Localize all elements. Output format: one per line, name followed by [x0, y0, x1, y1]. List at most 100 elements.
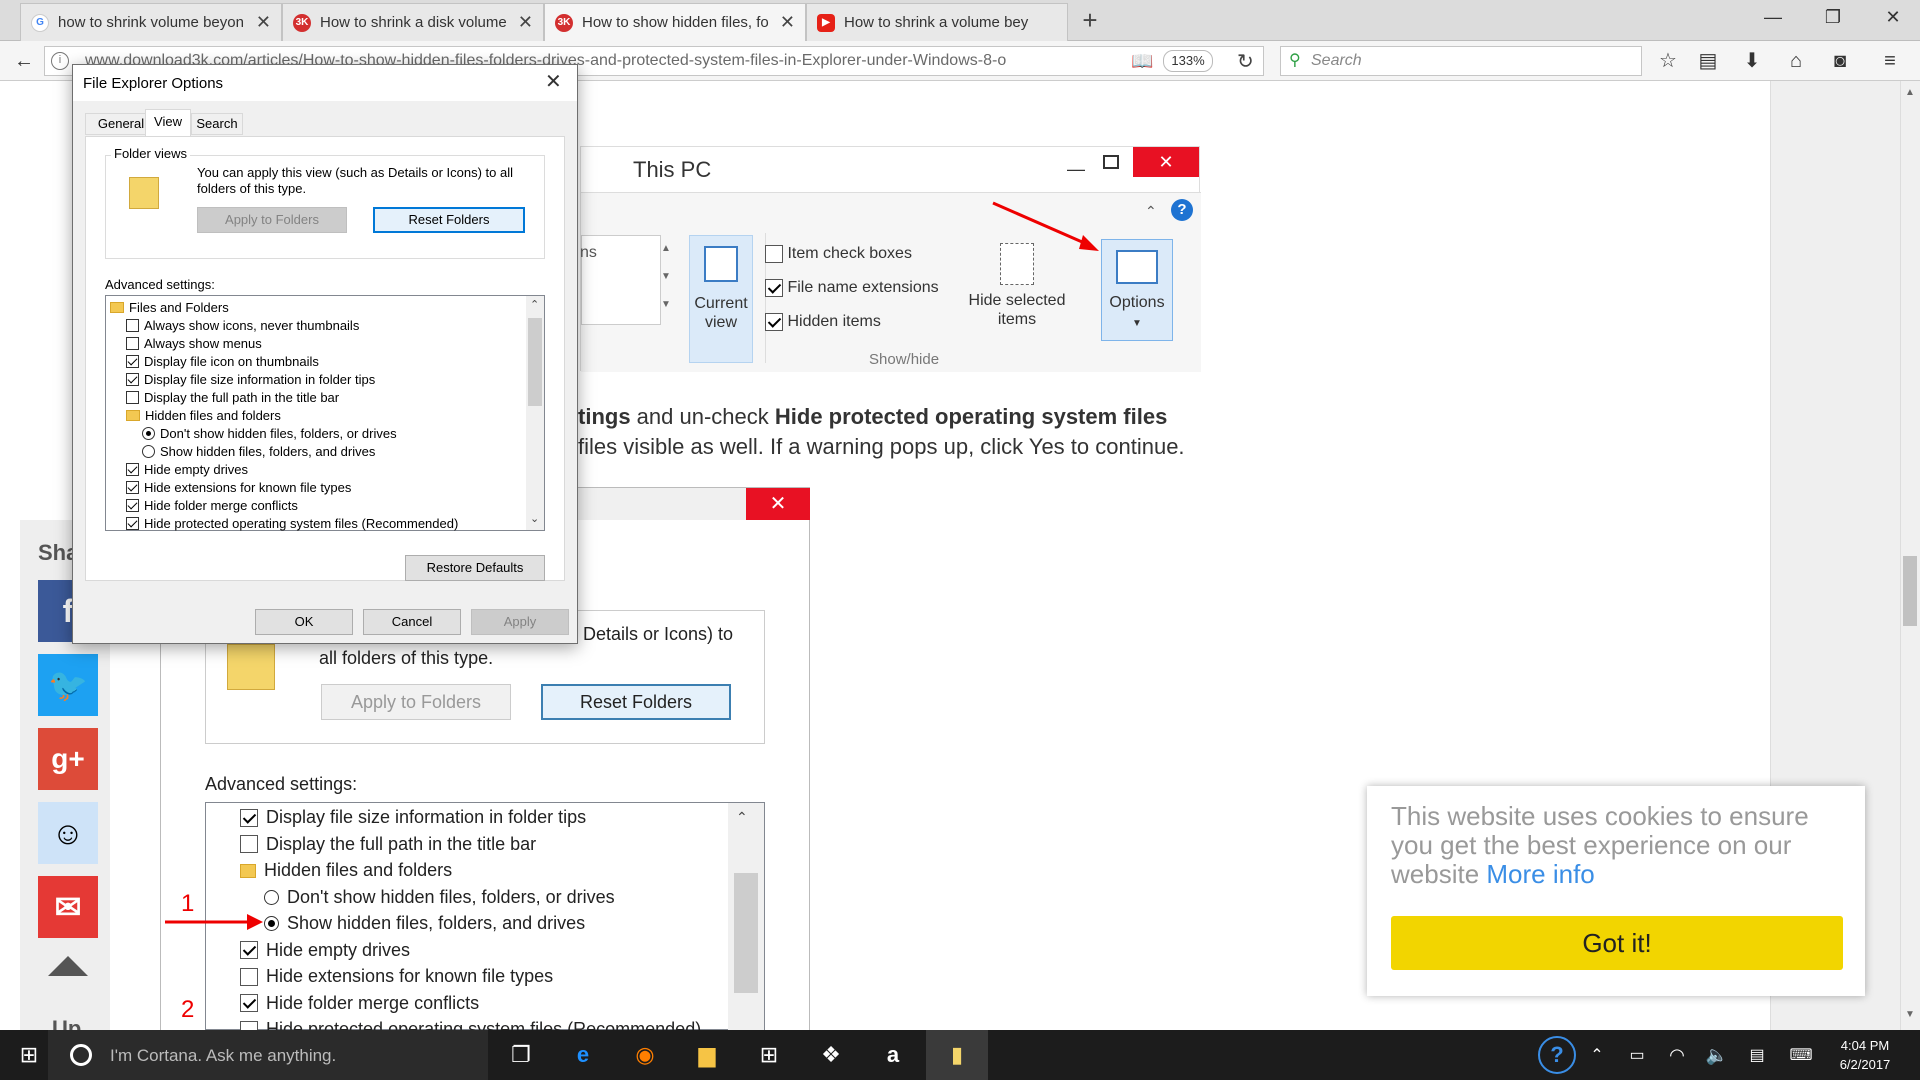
apply-to-folders-button[interactable]: Apply to Folders — [197, 207, 347, 233]
setting-row-image: Display file size information in folder … — [240, 807, 586, 828]
chevron-down-icon[interactable]: ⌄ — [530, 512, 539, 525]
google-plus-icon[interactable]: g+ — [38, 728, 98, 790]
tab-4[interactable]: ▶ How to shrink a volume bey ✕ — [806, 3, 1068, 41]
checkbox[interactable] — [126, 318, 139, 332]
info-icon[interactable]: i — [51, 52, 69, 70]
reload-icon[interactable]: ↻ — [1237, 49, 1254, 74]
cancel-button[interactable]: Cancel — [363, 609, 461, 635]
close-window-icon[interactable]: ✕ — [1870, 0, 1916, 36]
apply-button[interactable]: Apply — [471, 609, 569, 635]
reddit-icon[interactable]: ☺ — [38, 802, 98, 864]
volume-icon[interactable]: 🔈 — [1700, 1039, 1734, 1071]
checkbox[interactable] — [126, 372, 139, 386]
checkbox[interactable] — [126, 480, 139, 494]
twitter-icon[interactable]: 🐦 — [38, 654, 98, 716]
chevron-up-icon[interactable]: ⌃ — [530, 298, 539, 311]
advanced-settings-list[interactable]: ⌃ ⌄ Files and Folders Always show icons, … — [105, 295, 545, 531]
new-tab-button[interactable]: + — [1076, 4, 1104, 36]
cortana-search[interactable]: I'm Cortana. Ask me anything. — [48, 1030, 488, 1080]
setting-row[interactable]: Hidden files and folders — [126, 406, 281, 424]
battery-icon[interactable]: ▭ — [1620, 1039, 1654, 1071]
current-view-icon — [704, 246, 738, 282]
edge-icon[interactable]: e — [566, 1039, 600, 1071]
sticky-notes-icon[interactable]: ▮ — [926, 1030, 988, 1080]
checkbox[interactable] — [126, 462, 139, 476]
scroll-down-icon[interactable]: ▼ — [1905, 1009, 1915, 1020]
reader-view-icon[interactable]: 📖 — [1131, 51, 1153, 72]
ok-button[interactable]: OK — [255, 609, 353, 635]
tab-search[interactable]: Search — [191, 113, 243, 135]
tab-3-active[interactable]: 3K How to show hidden files, fo ✕ — [544, 3, 806, 41]
menu-icon[interactable]: ≡ — [1876, 49, 1904, 73]
email-icon[interactable]: ✉ — [38, 876, 98, 938]
zoom-level[interactable]: 133% — [1163, 50, 1213, 72]
cortana-icon — [70, 1044, 92, 1066]
checkbox[interactable] — [126, 390, 139, 404]
minimize-icon[interactable]: — — [1750, 0, 1796, 36]
pocket-icon[interactable]: ◙ — [1826, 49, 1854, 73]
help-icon[interactable]: ? — [1538, 1036, 1576, 1074]
more-info-link[interactable]: More info — [1486, 859, 1594, 889]
list-scroll-thumb[interactable] — [528, 318, 542, 406]
radio-button[interactable] — [142, 444, 155, 458]
tab-1[interactable]: G how to shrink volume beyon ✕ — [20, 3, 282, 41]
restore-defaults-button[interactable]: Restore Defaults — [405, 555, 545, 581]
wifi-icon[interactable]: ◠ — [1660, 1039, 1694, 1071]
setting-row[interactable]: Display file icon on thumbnails — [126, 352, 319, 370]
setting-row[interactable]: Don't show hidden files, folders, or dri… — [142, 424, 397, 442]
checkbox[interactable] — [126, 516, 139, 530]
tab-2[interactable]: 3K How to shrink a disk volume ✕ — [282, 3, 544, 41]
setting-row[interactable]: Display file size information in folder … — [126, 370, 375, 388]
store-icon[interactable]: ⊞ — [752, 1039, 786, 1071]
setting-row[interactable]: Files and Folders — [110, 298, 229, 316]
radio-button[interactable] — [142, 426, 155, 440]
bookmarks-library-icon[interactable]: ▤ — [1694, 49, 1722, 73]
reset-folders-button[interactable]: Reset Folders — [373, 207, 525, 233]
up-arrow-icon[interactable] — [48, 956, 88, 976]
setting-label: Always show icons, never thumbnails — [144, 317, 360, 333]
clock[interactable]: 4:04 PM 6/2/2017 — [1828, 1036, 1902, 1074]
setting-row[interactable]: Hide folder merge conflicts — [126, 496, 298, 514]
scroll-thumb[interactable] — [1903, 556, 1917, 626]
download-icon[interactable]: ⬇ — [1738, 49, 1766, 73]
setting-row[interactable]: Hide empty drives — [126, 460, 248, 478]
step-2-marker: 2 — [181, 996, 195, 1023]
youtube-icon: ▶ — [817, 13, 835, 32]
bookmark-star-icon[interactable]: ☆ — [1654, 49, 1682, 73]
radio-button — [264, 916, 279, 931]
firefox-icon[interactable]: ◉ — [628, 1039, 662, 1071]
close-tab-icon[interactable]: ✕ — [780, 12, 795, 33]
close-tab-icon[interactable]: ✕ — [256, 12, 271, 33]
got-it-button[interactable]: Got it! — [1391, 916, 1843, 970]
chevron-up-icon[interactable]: ⌃ — [1580, 1039, 1614, 1071]
checkbox[interactable] — [126, 498, 139, 512]
back-icon[interactable]: ← — [10, 49, 38, 73]
close-tab-icon[interactable]: ✕ — [518, 12, 533, 33]
setting-row[interactable]: Display the full path in the title bar — [126, 388, 339, 406]
setting-row[interactable]: Hide protected operating system files (R… — [126, 514, 458, 532]
notifications-icon[interactable]: ▤ — [1740, 1039, 1774, 1071]
home-icon[interactable]: ⌂ — [1782, 49, 1810, 73]
setting-row[interactable]: Hide extensions for known file types — [126, 478, 351, 496]
setting-label: Display file icon on thumbnails — [144, 353, 319, 369]
dialog-titlebar[interactable]: File Explorer Options ✕ — [73, 65, 577, 101]
windows-start-icon[interactable]: ⊞ — [12, 1039, 46, 1071]
restore-icon[interactable]: ❐ — [1810, 0, 1856, 36]
setting-row[interactable]: Show hidden files, folders, and drives — [142, 442, 375, 460]
dropbox-icon[interactable]: ❖ — [814, 1039, 848, 1071]
folder-views-icon — [227, 644, 275, 690]
close-icon[interactable]: ✕ — [545, 69, 562, 94]
scroll-up-icon[interactable]: ▲ — [1905, 87, 1915, 98]
search-box[interactable]: ⚲ Search — [1280, 46, 1642, 76]
setting-row[interactable]: Always show menus — [126, 334, 262, 352]
checkbox[interactable] — [126, 354, 139, 368]
amazon-icon[interactable]: a — [876, 1039, 910, 1071]
setting-row[interactable]: Always show icons, never thumbnails — [126, 316, 359, 334]
item-check-boxes: Item check boxes — [765, 245, 912, 263]
tab-view[interactable]: View — [145, 109, 191, 137]
file-explorer-icon[interactable]: ▆ — [690, 1039, 724, 1071]
task-view-icon[interactable]: ❐ — [504, 1039, 538, 1071]
keyboard-icon[interactable]: ⌨ — [1784, 1039, 1818, 1071]
checkbox[interactable] — [126, 336, 139, 350]
tab-label: How to show hidden files, fo — [582, 14, 769, 31]
